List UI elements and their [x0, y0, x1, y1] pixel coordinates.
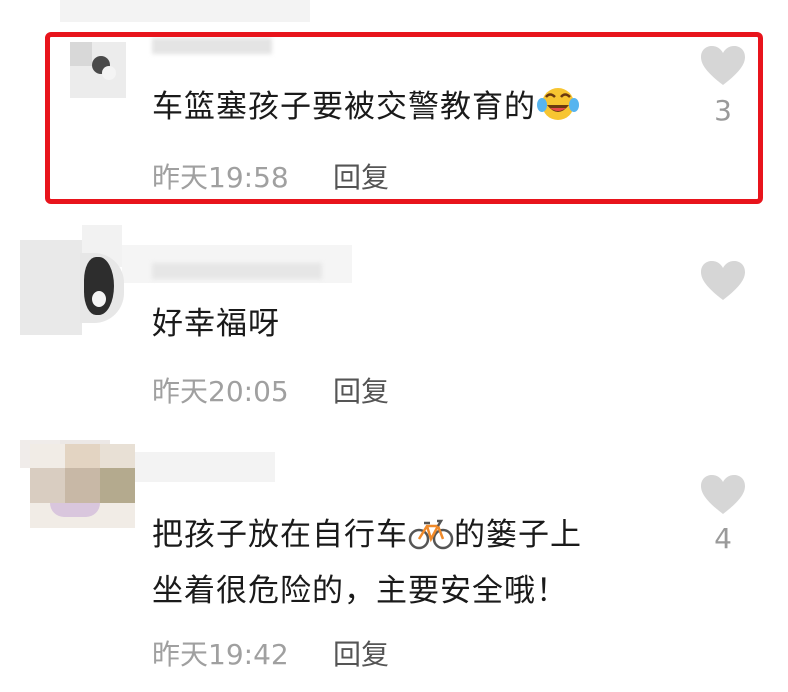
- like-count: 3: [714, 94, 732, 127]
- comment-item: 把孩子放在自行车 的篓子上 坐着很危险的，主要安全哦！ 昨天19:42 回复 4: [0, 430, 788, 692]
- heart-icon: [701, 46, 745, 85]
- comment-list: 车篮塞孩子要被交警教育的 昨天19:58 回复 3 好幸福呀 昨天20:05 回…: [0, 0, 788, 692]
- comment-text-part: 坐着很危险的，主要安全哦！: [152, 573, 568, 609]
- username-blurred[interactable]: [152, 263, 322, 279]
- heart-icon: [701, 475, 745, 514]
- like-count: 4: [714, 522, 732, 555]
- comment-item: 好幸福呀 昨天20:05 回复: [0, 215, 788, 430]
- like-button[interactable]: [698, 474, 748, 516]
- avatar[interactable]: [30, 444, 135, 528]
- reply-button[interactable]: 回复: [333, 156, 389, 196]
- like-button[interactable]: [698, 260, 748, 302]
- avatar[interactable]: [80, 253, 124, 323]
- comment-time: 昨天20:05: [152, 375, 289, 408]
- comment-time: 昨天19:58: [152, 161, 289, 194]
- username-blurred[interactable]: [152, 38, 272, 54]
- comment-time: 昨天19:42: [152, 638, 289, 671]
- comment-item: 车篮塞孩子要被交警教育的 昨天19:58 回复 3: [0, 0, 788, 215]
- like-button[interactable]: [698, 45, 748, 87]
- comment-text: 车篮塞孩子要被交警教育的: [152, 82, 580, 138]
- comment-text: 把孩子放在自行车 的篓子上 坐着很危险的，主要安全哦！: [152, 510, 582, 616]
- comment-text-body: 车篮塞孩子要被交警教育的: [152, 89, 536, 125]
- reply-button[interactable]: 回复: [333, 633, 389, 673]
- heart-icon: [701, 261, 745, 300]
- comment-text: 好幸福呀: [152, 306, 280, 342]
- bicycle-emoji-icon: [408, 516, 454, 566]
- reply-button[interactable]: 回复: [333, 370, 389, 410]
- crying-laughing-emoji-icon: [536, 85, 580, 138]
- avatar[interactable]: [70, 42, 126, 98]
- comment-text-part: 把孩子放在自行车: [152, 517, 408, 553]
- comment-text-part: 的篓子上: [454, 517, 582, 553]
